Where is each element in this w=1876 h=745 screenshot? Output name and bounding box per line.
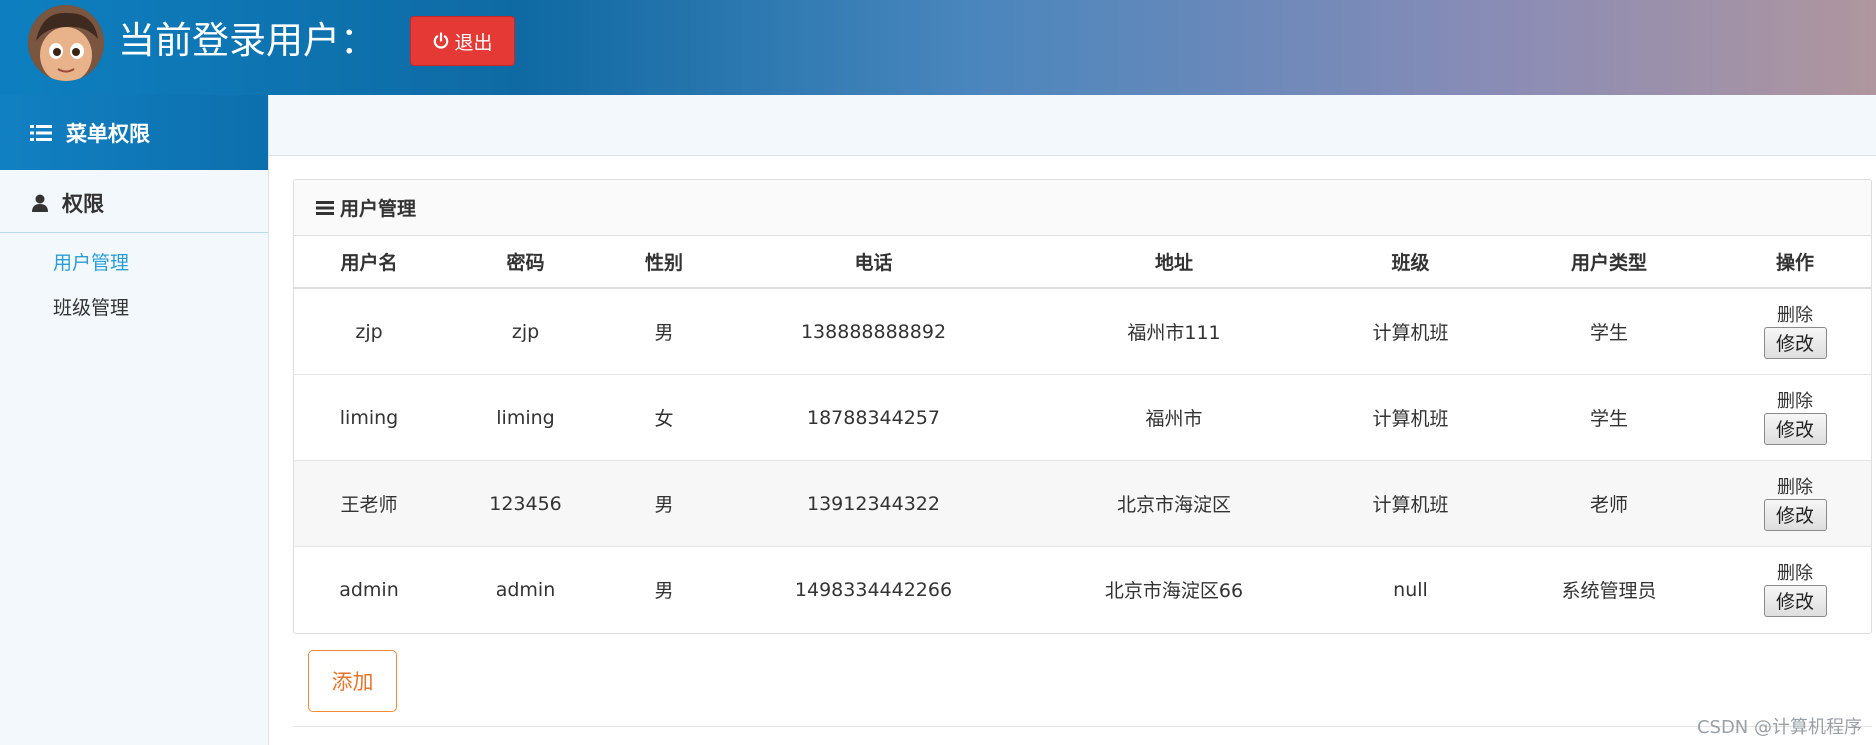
bars-icon — [316, 200, 334, 216]
cell-address: 福州市 — [1026, 374, 1322, 461]
column-header: 操作 — [1719, 236, 1871, 289]
sidebar-heading: 菜单权限 — [0, 95, 268, 170]
edit-button[interactable]: 修改 — [1763, 498, 1827, 531]
cell-actions: 删除 修改 — [1719, 287, 1871, 375]
power-icon — [432, 32, 450, 50]
column-header: 地址 — [1026, 236, 1322, 289]
user-avatar — [28, 5, 104, 81]
column-header: 电话 — [721, 236, 1026, 289]
cell-gender: 男 — [607, 546, 721, 632]
cell-phone: 1498334442266 — [721, 546, 1026, 632]
content-topbar — [269, 95, 1876, 156]
cell-gender: 男 — [607, 287, 721, 375]
table-header-row: 用户名 密码 性别 电话 地址 班级 用户类型 操作 — [294, 236, 1871, 289]
table-row: 王老师 123456 男 13912344322 北京市海淀区 计算机班 老师 … — [294, 460, 1871, 547]
cell-class: 计算机班 — [1322, 460, 1499, 547]
edit-button[interactable]: 修改 — [1763, 326, 1827, 359]
cell-password: 123456 — [444, 460, 607, 547]
cell-phone: 18788344257 — [721, 374, 1026, 461]
logout-button[interactable]: 退出 — [410, 16, 515, 66]
column-header: 性别 — [607, 236, 721, 289]
cell-class: 计算机班 — [1322, 374, 1499, 461]
cell-address: 福州市111 — [1026, 287, 1322, 375]
sidebar-item-user-management[interactable]: 用户管理 — [0, 241, 268, 286]
cell-actions: 删除 修改 — [1719, 374, 1871, 461]
cell-user-type: 系统管理员 — [1499, 546, 1719, 632]
delete-link[interactable]: 删除 — [1777, 477, 1813, 499]
users-table: 用户名 密码 性别 电话 地址 班级 用户类型 操作 zjp zjp 男 138… — [294, 236, 1871, 632]
delete-link[interactable]: 删除 — [1777, 563, 1813, 585]
top-header: 当前登录用户： 退出 — [0, 0, 1876, 95]
logout-label: 退出 — [454, 31, 493, 54]
list-icon — [30, 124, 52, 142]
cell-user-type: 老师 — [1499, 460, 1719, 547]
edit-button[interactable]: 修改 — [1763, 412, 1827, 445]
edit-button[interactable]: 修改 — [1763, 584, 1827, 617]
delete-link[interactable]: 删除 — [1777, 305, 1813, 327]
cell-password: zjp — [444, 287, 607, 375]
sidebar-section-permissions[interactable]: 权限 — [0, 174, 268, 233]
panel-title: 用户管理 — [340, 198, 417, 220]
sidebar: 菜单权限 权限 用户管理 班级管理 — [0, 95, 269, 745]
cell-username: liming — [294, 374, 444, 461]
cell-gender: 男 — [607, 460, 721, 547]
user-management-panel: 用户管理 用户名 密码 性别 电话 地址 班级 用户类型 操作 zjp zjp … — [293, 179, 1872, 634]
cell-user-type: 学生 — [1499, 287, 1719, 375]
cell-username: 王老师 — [294, 460, 444, 547]
cell-actions: 删除 修改 — [1719, 460, 1871, 547]
sidebar-item-class-management[interactable]: 班级管理 — [0, 286, 268, 331]
divider — [293, 726, 1872, 727]
current-user-title: 当前登录用户： — [118, 19, 377, 62]
table-row: admin admin 男 1498334442266 北京市海淀区66 nul… — [294, 546, 1871, 632]
column-header: 用户类型 — [1499, 236, 1719, 289]
cell-phone: 13912344322 — [721, 460, 1026, 547]
table-row: liming liming 女 18788344257 福州市 计算机班 学生 … — [294, 374, 1871, 461]
cell-user-type: 学生 — [1499, 374, 1719, 461]
column-header: 用户名 — [294, 236, 444, 289]
column-header: 班级 — [1322, 236, 1499, 289]
user-icon — [32, 194, 48, 212]
cell-actions: 删除 修改 — [1719, 546, 1871, 632]
cell-gender: 女 — [607, 374, 721, 461]
add-button[interactable]: 添加 — [308, 650, 397, 712]
cell-address: 北京市海淀区66 — [1026, 546, 1322, 632]
table-row: zjp zjp 男 138888888892 福州市111 计算机班 学生 删除… — [294, 287, 1871, 375]
cell-username: zjp — [294, 287, 444, 375]
column-header: 密码 — [444, 236, 607, 289]
cell-phone: 138888888892 — [721, 287, 1026, 375]
sidebar-section-label: 权限 — [62, 192, 104, 216]
cell-password: liming — [444, 374, 607, 461]
cell-password: admin — [444, 546, 607, 632]
panel-heading: 用户管理 — [294, 180, 1871, 236]
cell-address: 北京市海淀区 — [1026, 460, 1322, 547]
delete-link[interactable]: 删除 — [1777, 391, 1813, 413]
cell-class: null — [1322, 546, 1499, 632]
cell-class: 计算机班 — [1322, 287, 1499, 375]
watermark: CSDN @计算机程序 — [1696, 717, 1862, 738]
cell-username: admin — [294, 546, 444, 632]
sidebar-heading-label: 菜单权限 — [66, 121, 150, 146]
